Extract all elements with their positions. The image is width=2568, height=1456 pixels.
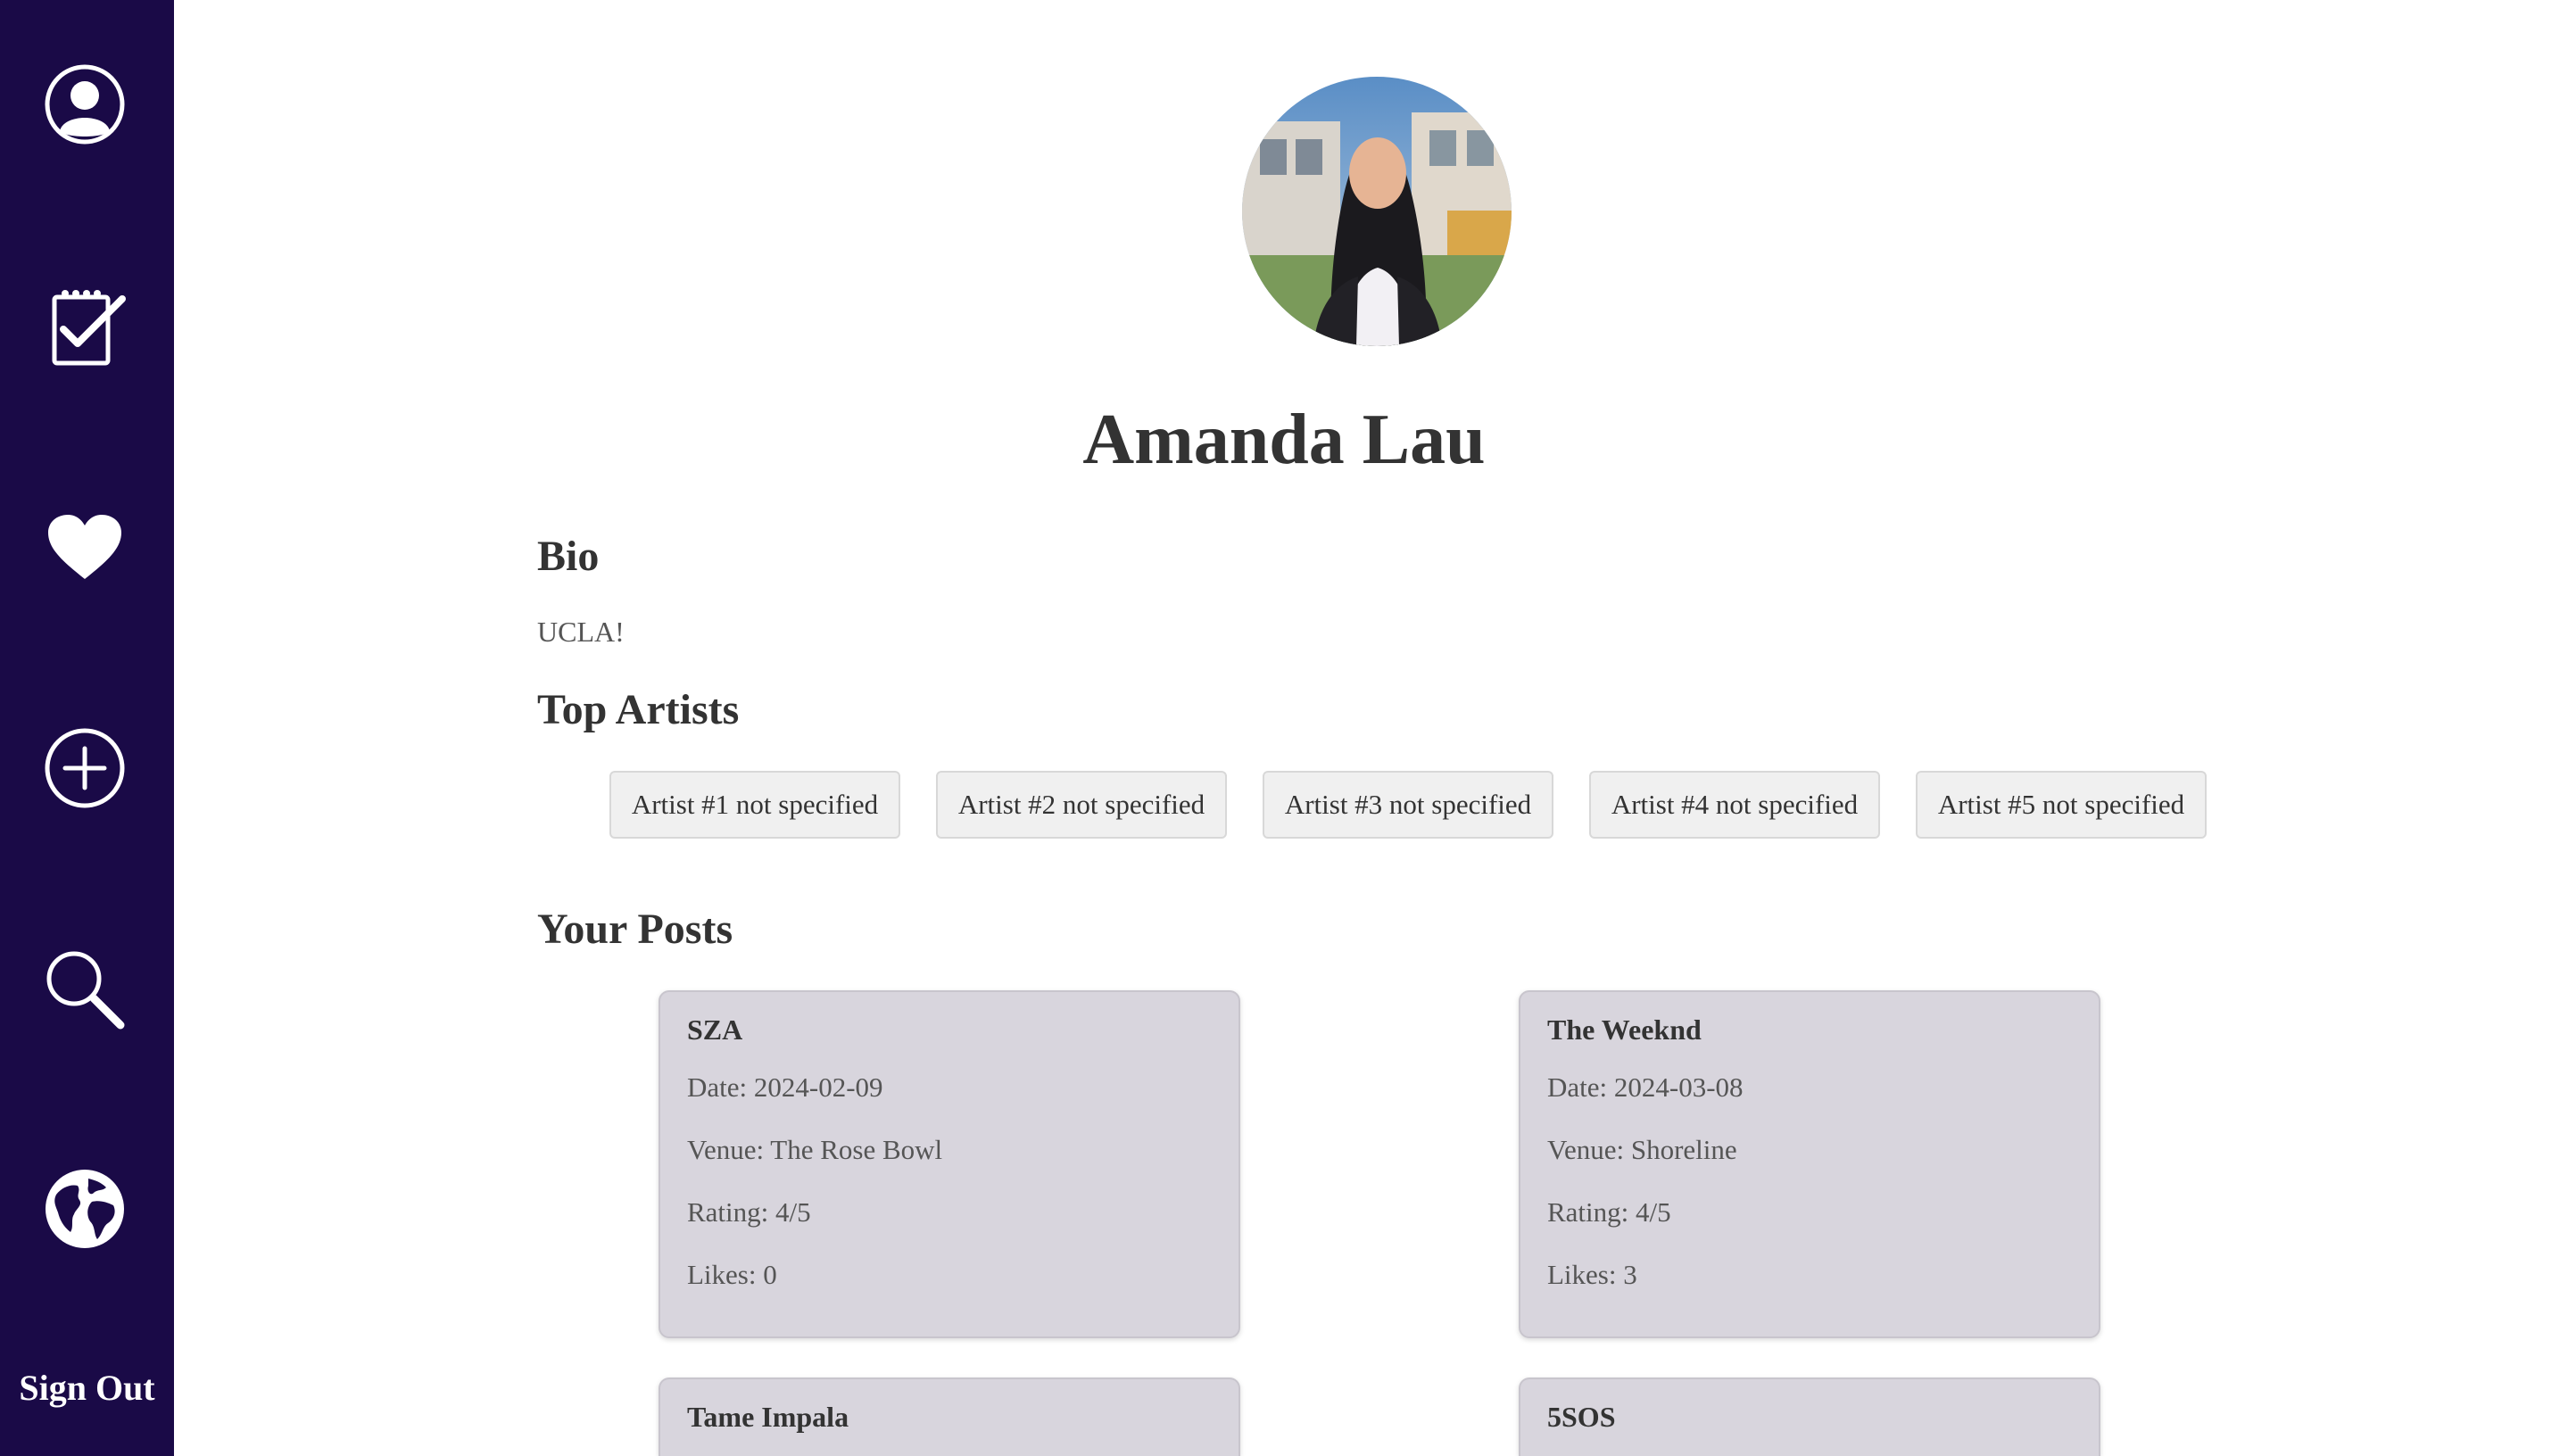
artist-chip[interactable]: Artist #1 not specified bbox=[609, 771, 900, 839]
artist-chip[interactable]: Artist #5 not specified bbox=[1916, 771, 2207, 839]
your-posts-heading: Your Posts bbox=[537, 906, 733, 953]
post-title: SZA bbox=[687, 1013, 743, 1046]
post-card[interactable]: 5SOS bbox=[1519, 1377, 2100, 1456]
sign-out-button[interactable]: Sign Out bbox=[0, 1367, 174, 1409]
globe-icon[interactable] bbox=[36, 1160, 134, 1258]
post-card[interactable]: Tame Impala bbox=[659, 1377, 1240, 1456]
post-title: The Weeknd bbox=[1547, 1013, 1702, 1046]
post-date: Date: 2024-02-09 bbox=[687, 1071, 883, 1103]
post-title: Tame Impala bbox=[687, 1401, 849, 1433]
post-rating: Rating: 4/5 bbox=[687, 1196, 811, 1228]
bio-text: UCLA! bbox=[537, 616, 625, 648]
top-artists-list: Artist #1 not specified Artist #2 not sp… bbox=[609, 771, 2207, 839]
bio-heading: Bio bbox=[537, 533, 600, 580]
sidebar-nav: Sign Out bbox=[0, 0, 174, 1456]
post-title: 5SOS bbox=[1547, 1401, 1616, 1433]
profile-icon[interactable] bbox=[36, 55, 134, 153]
post-date: Date: 2024-03-08 bbox=[1547, 1071, 1744, 1103]
artist-chip[interactable]: Artist #4 not specified bbox=[1589, 771, 1880, 839]
post-likes: Likes: 3 bbox=[1547, 1259, 1637, 1290]
add-icon[interactable] bbox=[36, 719, 134, 817]
artist-chip[interactable]: Artist #2 not specified bbox=[936, 771, 1227, 839]
avatar bbox=[1242, 77, 1512, 346]
top-artists-heading: Top Artists bbox=[537, 686, 740, 733]
post-card[interactable]: SZA Date: 2024-02-09 Venue: The Rose Bow… bbox=[659, 990, 1240, 1338]
search-icon[interactable] bbox=[36, 940, 134, 1038]
checklist-icon[interactable] bbox=[36, 278, 134, 376]
post-rating: Rating: 4/5 bbox=[1547, 1196, 1671, 1228]
heart-icon[interactable] bbox=[36, 498, 134, 596]
post-venue: Venue: Shoreline bbox=[1547, 1134, 1737, 1165]
post-card[interactable]: The Weeknd Date: 2024-03-08 Venue: Shore… bbox=[1519, 990, 2100, 1338]
post-venue: Venue: The Rose Bowl bbox=[687, 1134, 943, 1165]
artist-chip[interactable]: Artist #3 not specified bbox=[1263, 771, 1553, 839]
post-likes: Likes: 0 bbox=[687, 1259, 777, 1290]
profile-name: Amanda Lau bbox=[1082, 401, 1486, 479]
